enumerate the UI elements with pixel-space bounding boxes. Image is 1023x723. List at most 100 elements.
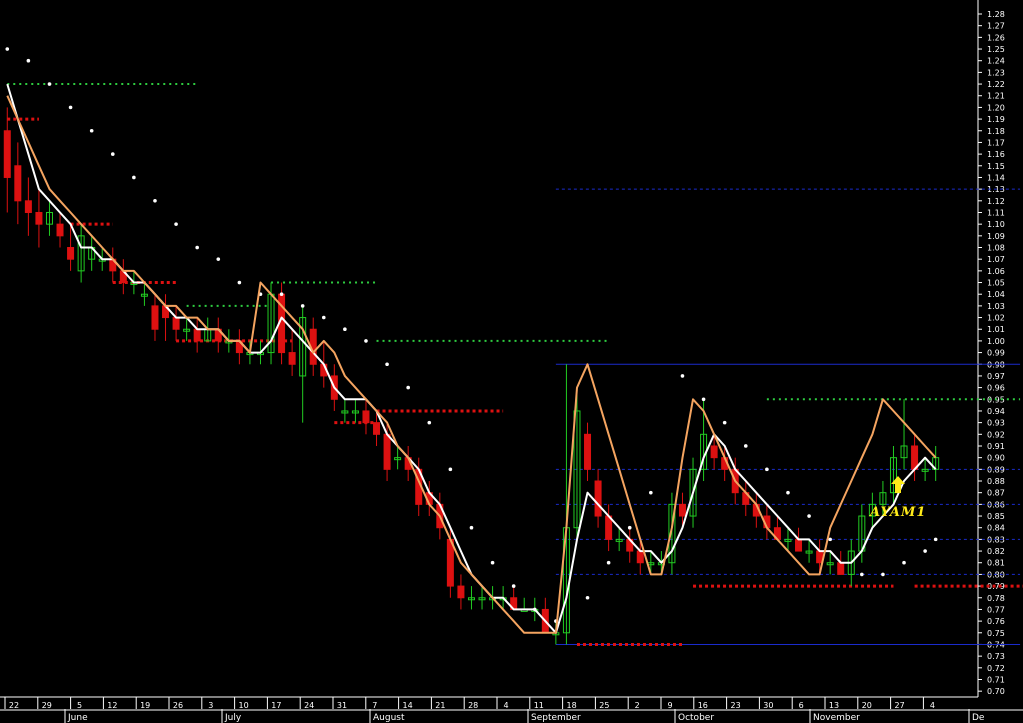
sar-dot [786,490,790,495]
sar-dot [649,490,653,495]
y-tick-label: 0.82 [987,547,1005,556]
y-tick-label: 0.94 [987,407,1005,416]
sar-dot [448,467,453,472]
y-tick-label: 0.97 [987,372,1005,381]
sar-dot [5,47,10,51]
sar-dot [406,385,410,390]
y-tick-label: 1.09 [987,232,1005,241]
annotation-label: AYAM1 [868,505,926,520]
y-tick-label: 1.21 [987,92,1005,101]
y-tick-label: 0.84 [987,524,1005,533]
sar-dot [132,175,136,180]
sar-dot [364,339,368,343]
x-tick-label: 31 [337,701,347,710]
sar-dot [680,374,685,378]
sar-dot [216,257,221,261]
sar-dot [722,420,727,425]
candle-body [288,352,296,365]
sar-dot [427,420,432,425]
x-tick-label: 27 [895,701,905,710]
sar-dot [923,549,927,553]
x-tick-label: 9 [667,701,672,710]
y-tick-label: 1.05 [987,279,1005,288]
y-tick-label: 0.96 [987,384,1005,393]
y-tick-label: 1.01 [987,325,1005,334]
candle-body [584,433,592,470]
candle [88,235,96,271]
y-tick-label: 1.12 [987,197,1005,206]
candle [235,329,243,365]
x-tick-label: 23 [731,701,741,710]
x-tick-label: 17 [271,701,281,710]
sar-dot [807,514,811,518]
candle [193,317,201,353]
y-tick-label: 1.04 [987,290,1005,299]
y-tick-label: 0.70 [987,687,1005,696]
x-tick-label: 14 [403,701,413,710]
candle-body [383,433,391,470]
x-tick-label: 11 [534,701,544,710]
candle [109,247,117,283]
sar-dot [153,199,157,203]
y-tick-label: 1.27 [987,22,1005,31]
x-tick-label: 16 [698,701,708,710]
sar-dot [469,525,474,530]
y-tick-label: 1.06 [987,267,1005,276]
candle [911,434,919,482]
x-tick-label: 29 [42,701,52,710]
y-tick-label: 0.76 [987,617,1005,626]
y-tick-label: 1.07 [987,255,1005,264]
x-tick-label: 18 [567,701,577,710]
month-label: November [813,713,860,723]
candle [594,469,602,528]
candle [362,399,370,435]
x-tick-label: 13 [829,701,839,710]
candle-body [67,247,75,260]
month-label: August [373,713,405,723]
candle-body [457,585,465,599]
candle [626,527,634,563]
month-label: June [67,713,88,723]
sar-dot [585,595,590,600]
candle-body [837,562,845,575]
y-tick-label: 0.72 [987,664,1005,673]
sar-dot [902,560,906,565]
candle [214,317,222,353]
y-tick-label: 1.10 [987,220,1005,229]
candle [172,305,180,341]
candle [151,294,159,341]
y-tick-label: 1.28 [987,10,1005,19]
candle-body [56,223,64,237]
x-tick-label: 25 [599,701,609,710]
x-tick-label: 5 [77,701,82,710]
y-tick-label: 1.00 [987,337,1005,346]
candle-body [14,165,22,202]
y-tick-label: 1.22 [987,80,1005,89]
price-chart: 0.700.710.720.730.740.750.760.770.780.79… [0,0,1023,723]
sar-dot [279,292,284,297]
sar-dot [765,467,769,472]
candle [35,189,43,248]
candle-body [35,211,43,225]
sar-dot [933,537,938,542]
candle [77,224,85,283]
sar-dot [828,537,832,542]
x-tick-label: 4 [930,701,935,710]
candle [162,294,170,341]
candle [457,574,465,610]
candle [299,305,307,423]
x-tick-label: 19 [140,701,150,710]
y-tick-label: 1.15 [987,162,1005,171]
sar-dot [701,397,706,402]
candle-body [710,445,718,459]
sar-dot [606,560,611,565]
y-tick-label: 1.18 [987,127,1005,136]
candle [56,212,64,248]
x-tick-label: 4 [503,701,508,710]
candle [119,259,127,295]
candle [45,200,53,236]
y-tick-label: 1.25 [987,45,1005,54]
sar-dot [881,572,885,577]
candle-body [172,317,180,330]
chart-stage: 0.70 0.71 0.72 0.73 0.74 0.75 0.76 0.77 0.78 0.79… [0,0,1023,723]
